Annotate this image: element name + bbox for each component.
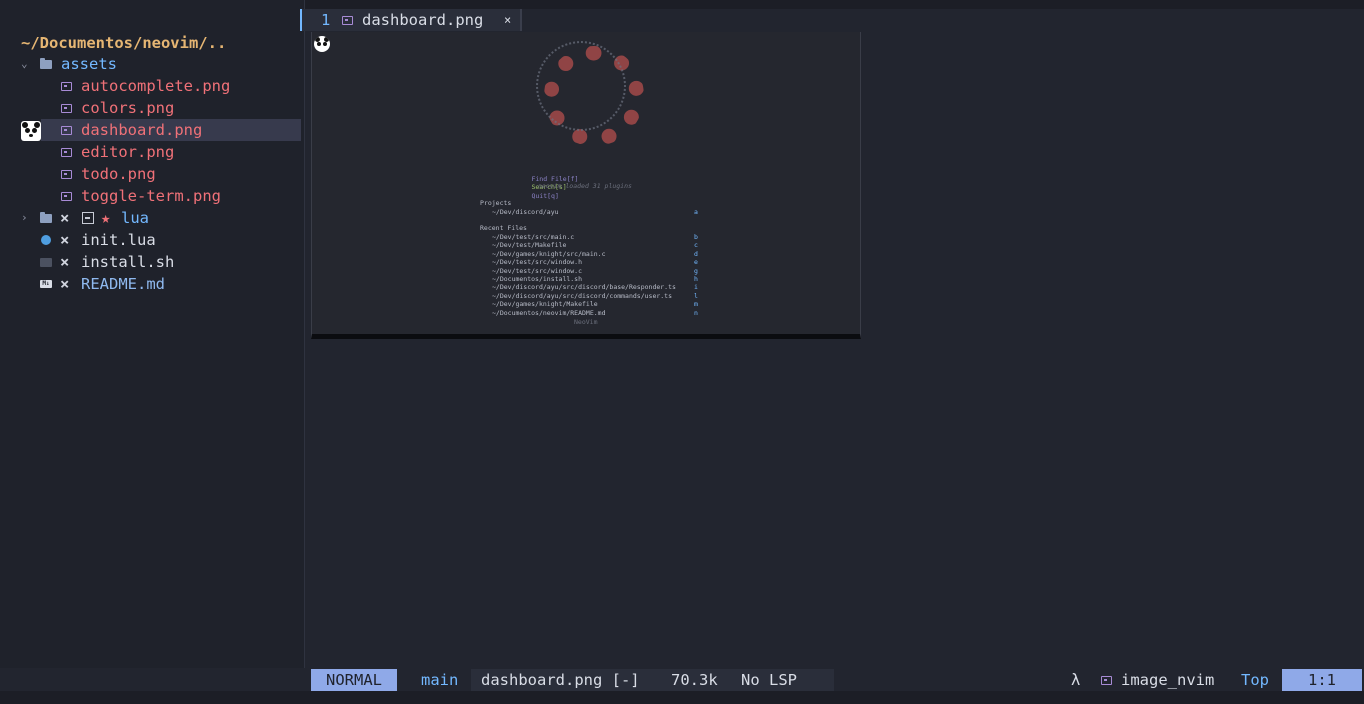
panda-icon	[314, 36, 330, 52]
tree-item-label: autocomplete.png	[81, 77, 231, 95]
folder-icon	[39, 207, 53, 229]
tree-item-file[interactable]: todo.png	[0, 163, 301, 185]
tree-item-label: editor.png	[81, 143, 175, 161]
recent-key: m	[694, 300, 698, 308]
tree-item-label: colors.png	[81, 99, 175, 117]
tree-item-file[interactable]: autocomplete.png	[0, 75, 301, 97]
git-status-mark: ×	[60, 275, 70, 293]
lambda-icon: λ	[1071, 671, 1081, 689]
image-file-icon	[59, 75, 73, 97]
tree-item-file[interactable]: editor.png	[0, 141, 301, 163]
image-file-icon	[59, 141, 73, 163]
buffer-tab[interactable]: 1 dashboard.png ×	[300, 9, 522, 31]
dashboard-footer: NeoVim	[574, 318, 598, 326]
git-status-mark: ×	[60, 231, 70, 249]
tree-item-label: init.lua	[81, 231, 156, 249]
recent-heading: Recent Files	[480, 224, 527, 232]
tree-item-label: lua	[121, 209, 149, 227]
image-file-icon	[342, 9, 353, 31]
image-preview: Find File[f] Search[s] Quit[q] neovim lo…	[311, 32, 861, 339]
git-status-mark: ×	[60, 209, 70, 227]
chevron-down-icon: ⌄	[21, 57, 28, 70]
neovim-window: ~/Documentos/neovim/.. ⌄ assets autocomp…	[0, 0, 1364, 704]
tree-item-label: assets	[61, 55, 117, 73]
git-status-mark: ×	[60, 253, 70, 271]
close-icon[interactable]: ×	[504, 9, 511, 31]
lsp-status: No LSP	[741, 671, 797, 689]
tree-item-label: todo.png	[81, 165, 156, 183]
recent-entry: ~/Dev/games/knight/Makefile	[492, 300, 598, 308]
recent-entry: ~/Documentos/neovim/README.md	[492, 309, 606, 317]
tree-item-label: README.md	[81, 275, 165, 293]
status-line: NORMAL main dashboard.png [-] 70.3k No L…	[311, 669, 1362, 691]
recent-key: n	[694, 309, 698, 317]
folder-icon	[39, 53, 53, 75]
filetype: image_nvim	[1121, 671, 1215, 689]
tree-item-label: dashboard.png	[81, 121, 203, 139]
tree-item-file[interactable]: M↓ × README.md	[0, 273, 301, 295]
recent-key: c	[694, 241, 698, 249]
chevron-right-icon: ›	[21, 211, 28, 224]
tab-number: 1	[321, 11, 331, 29]
lua-moon-icon	[39, 229, 53, 251]
recent-entry: ~/Dev/discord/ayu/src/discord/base/Respo…	[492, 283, 676, 291]
terminal-icon	[39, 251, 53, 273]
project-key: a	[694, 208, 698, 216]
explorer-root-path[interactable]: ~/Documentos/neovim/..	[21, 32, 226, 54]
tree-item-file[interactable]: colors.png	[0, 97, 301, 119]
mode-indicator: NORMAL	[311, 669, 397, 691]
status-filename: dashboard.png [-]	[481, 671, 640, 689]
image-file-icon	[59, 185, 73, 207]
tree-item-assets[interactable]: ⌄ assets	[0, 53, 301, 75]
recent-entry: ~/Dev/test/Makefile	[492, 241, 567, 249]
tree-item-file[interactable]: × install.sh	[0, 251, 301, 273]
tree-item-file[interactable]: × init.lua	[0, 229, 301, 251]
image-file-icon	[1101, 669, 1112, 691]
dashboard-ascii-logo	[530, 40, 644, 156]
tree-item-selected[interactable]: dashboard.png	[41, 119, 301, 141]
image-file-icon	[59, 97, 73, 119]
collapse-box-icon	[81, 207, 95, 229]
tree-item-lua[interactable]: › × ★ lua	[0, 207, 301, 229]
tree-item-label: toggle-term.png	[81, 187, 221, 205]
image-file-icon	[59, 163, 73, 185]
cursor-position: 1:1	[1282, 669, 1362, 691]
bookmark-star-icon: ★	[101, 209, 111, 227]
file-size: 70.3k	[671, 671, 718, 689]
panda-icon	[21, 121, 41, 141]
plugins-loaded-text: neovim loaded 31 plugins	[538, 182, 632, 190]
image-file-icon	[59, 119, 73, 141]
projects-heading: Projects	[480, 199, 512, 207]
recent-key: i	[694, 283, 698, 291]
git-branch: main	[421, 671, 459, 689]
quit-label: Quit[q]	[531, 191, 559, 200]
tree-item-label: install.sh	[81, 253, 175, 271]
command-line	[0, 691, 1364, 704]
file-explorer: ~/Documentos/neovim/.. ⌄ assets autocomp…	[0, 0, 305, 668]
tab-label: dashboard.png	[362, 11, 484, 29]
scroll-position: Top	[1241, 671, 1269, 689]
recent-entry: ~/Dev/test/src/window.h	[492, 258, 583, 266]
recent-key: e	[694, 258, 698, 266]
markdown-icon: M↓	[39, 273, 53, 295]
project-entry: ~/Dev/discord/ayu	[492, 208, 559, 216]
tree-item-file[interactable]: toggle-term.png	[0, 185, 301, 207]
